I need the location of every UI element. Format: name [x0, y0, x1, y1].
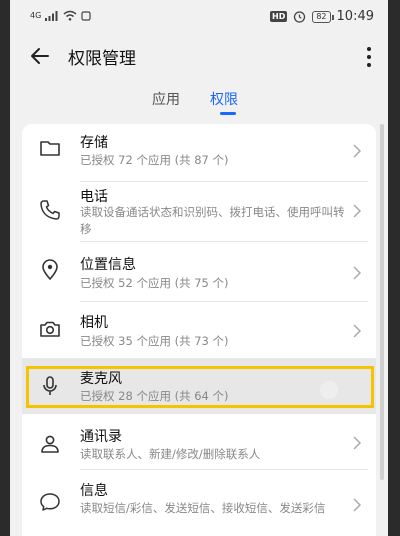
- status-time: 10:49: [336, 9, 374, 24]
- divider: [80, 469, 368, 470]
- notification-icon: [81, 10, 91, 21]
- phone-icon: [40, 200, 60, 220]
- camera-icon: [40, 321, 60, 337]
- chevron-right-icon: [353, 266, 362, 280]
- tab-bar: 应用 权限: [10, 84, 388, 118]
- permission-desc: 读取短信/彩信、发送短信、接收短信、发送彩信: [80, 501, 326, 515]
- chevron-right-icon: [353, 324, 362, 338]
- permission-desc: 已授权 35 个应用 (共 73 个): [80, 334, 229, 348]
- permission-row-location[interactable]: 位置信息 已授权 52 个应用 (共 75 个): [22, 242, 376, 302]
- status-left: 4G: [30, 10, 91, 21]
- permission-row-contacts[interactable]: 通讯录 读取联系人、新建/修改/删除联系人: [22, 416, 376, 470]
- back-arrow-icon[interactable]: [28, 44, 52, 68]
- permission-label: 信息: [80, 483, 108, 499]
- more-options-icon[interactable]: [366, 46, 372, 68]
- folder-icon: [40, 141, 60, 156]
- permission-row-camera[interactable]: 相机 已授权 35 个应用 (共 73 个): [22, 302, 376, 360]
- permission-desc: 读取联系人、新建/修改/删除联系人: [80, 447, 261, 461]
- tab-active-indicator: [220, 112, 236, 115]
- permission-desc: 已授权 72 个应用 (共 87 个): [80, 153, 229, 167]
- chevron-right-icon: [353, 436, 362, 450]
- signal-label: 4G: [30, 11, 42, 20]
- permission-label: 相机: [80, 315, 108, 331]
- chevron-right-icon: [353, 498, 362, 512]
- page-title: 权限管理: [68, 49, 136, 69]
- app-bar: 权限管理: [10, 34, 388, 84]
- permission-row-messages[interactable]: 信息 读取短信/彩信、发送短信、接收短信、发送彩信: [22, 472, 376, 536]
- chevron-right-icon: [353, 204, 362, 218]
- touch-indicator: [320, 381, 338, 399]
- phone-screen: 4G HD 82 10:49 权限管理 应用 权限 存储 已授权 72 个应用 …: [10, 0, 388, 536]
- contacts-icon: [41, 435, 59, 453]
- permission-label: 通讯录: [80, 429, 122, 445]
- location-icon: [42, 259, 58, 281]
- hd-badge: HD: [270, 11, 288, 22]
- chevron-right-icon: [353, 144, 362, 158]
- permission-desc: 读取设备通话状态和识别码、拨打电话、使用呼叫转移: [80, 205, 345, 236]
- signal-icon: [45, 11, 58, 21]
- alarm-icon: [294, 11, 306, 23]
- permission-label: 存储: [80, 135, 108, 151]
- permission-desc: 已授权 52 个应用 (共 75 个): [80, 276, 229, 290]
- tab-apps[interactable]: 应用: [152, 89, 180, 109]
- tab-permissions[interactable]: 权限: [210, 89, 238, 109]
- status-right: HD 82 10:49: [270, 9, 374, 24]
- message-icon: [40, 493, 60, 511]
- permission-label: 位置信息: [80, 257, 136, 273]
- permission-row-storage[interactable]: 存储 已授权 72 个应用 (共 87 个): [22, 124, 376, 182]
- permission-row-phone[interactable]: 电话 读取设备通话状态和识别码、拨打电话、使用呼叫转移: [22, 182, 376, 242]
- wifi-icon: [63, 10, 77, 21]
- permission-label: 电话: [80, 189, 108, 205]
- scrollbar[interactable]: [380, 124, 384, 480]
- battery-indicator: 82: [312, 10, 334, 23]
- status-bar: 4G HD 82 10:49: [10, 0, 388, 34]
